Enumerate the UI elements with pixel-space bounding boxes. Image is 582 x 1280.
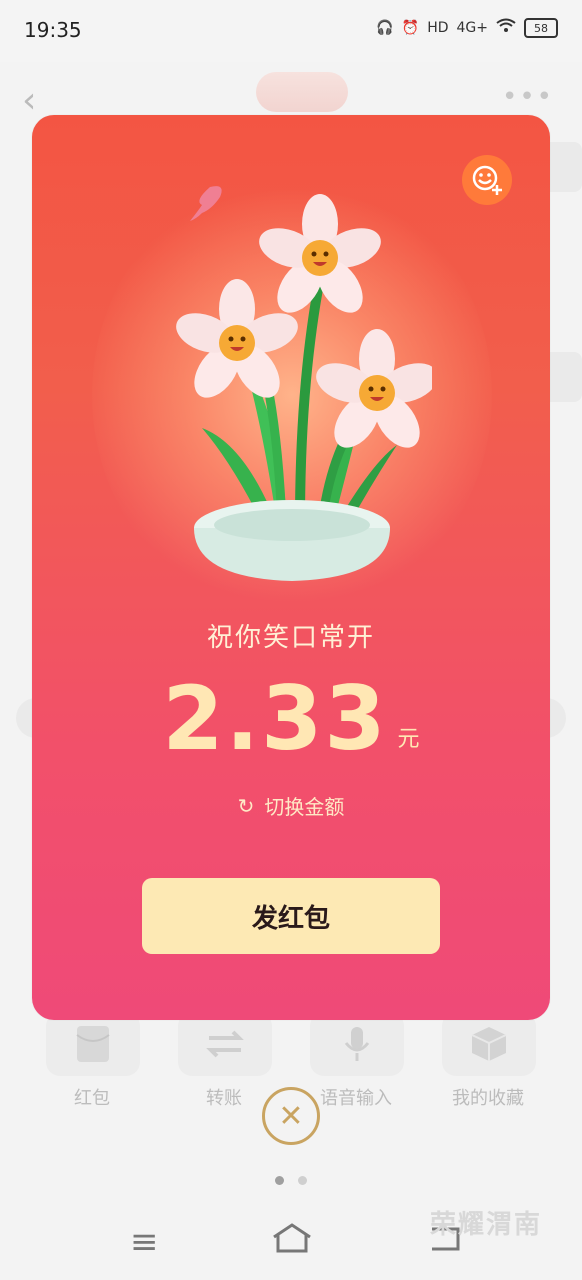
back-arrow-icon[interactable]: ‹ (22, 80, 36, 121)
red-packet-icon (76, 1026, 110, 1062)
amount-unit: 元 (397, 727, 420, 752)
refresh-icon: ↻ (237, 793, 255, 818)
page-dot-active (275, 1176, 284, 1185)
menu-nav-icon[interactable]: ≡ (130, 1222, 159, 1262)
tool-transfer[interactable] (178, 1012, 272, 1076)
emoji-add-button[interactable] (462, 155, 512, 205)
home-nav-icon[interactable] (272, 1222, 312, 1262)
headphone-icon: 🎧 (376, 20, 394, 36)
alarm-icon: ⏰ (401, 20, 420, 36)
network-label: 4G+ (456, 20, 489, 36)
status-time: 19:35 (24, 18, 82, 42)
hd-icon: HD (427, 20, 449, 36)
status-bar: 19:35 🎧 ⏰ HD 4G+ 58 (0, 0, 582, 62)
close-button[interactable]: ✕ (262, 1087, 320, 1145)
amount-row: 2.33 元 (32, 675, 550, 763)
close-icon: ✕ (278, 1098, 304, 1134)
tool-label-favorites: 我的收藏 (452, 1088, 524, 1109)
tool-voice-input[interactable] (310, 1012, 404, 1076)
favorites-box-icon (471, 1027, 507, 1061)
tool-label-red-packet: 红包 (74, 1088, 110, 1109)
send-red-packet-button[interactable]: 发红包 (142, 878, 440, 954)
page-dot (298, 1176, 307, 1185)
status-icons: 🎧 ⏰ HD 4G+ 58 (376, 18, 558, 38)
red-packet-card: 祝你笑口常开 2.33 元 ↻ 切换金额 发红包 (32, 115, 550, 1020)
emoji-add-icon (472, 165, 502, 195)
blessing-text: 祝你笑口常开 (206, 623, 375, 653)
tool-red-packet[interactable] (46, 1012, 140, 1076)
flower-pot-illustration (176, 186, 432, 581)
page-indicator (0, 1176, 582, 1185)
microphone-icon (344, 1027, 370, 1061)
switch-amount-button[interactable]: ↻ 切换金额 (32, 791, 550, 820)
watermark: 荣耀渭南 (429, 1210, 542, 1240)
wifi-icon (496, 18, 516, 38)
battery-icon: 58 (524, 18, 558, 38)
more-icon[interactable]: ••• (502, 82, 554, 112)
switch-amount-label: 切换金额 (264, 795, 345, 819)
transfer-icon (206, 1030, 244, 1058)
chat-title-avatar (256, 72, 348, 112)
amount-value: 2.33 (162, 667, 388, 770)
tool-favorites[interactable] (442, 1012, 536, 1076)
